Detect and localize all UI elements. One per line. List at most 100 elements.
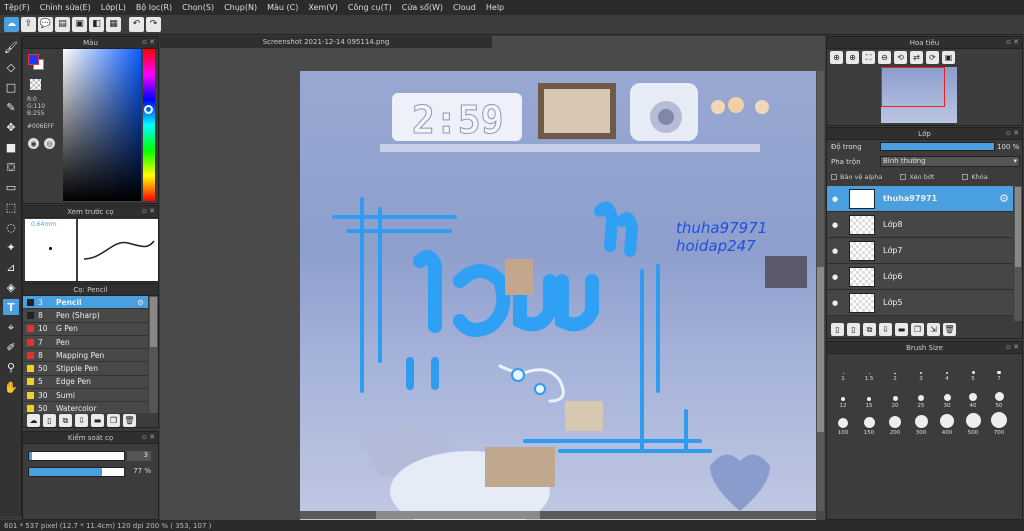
pen-tool-icon[interactable]: ✎ (3, 99, 19, 115)
lock-checkbox[interactable] (962, 174, 969, 180)
brush-size-option[interactable]: 150 (856, 412, 882, 436)
visibility-icon[interactable]: ● (827, 273, 843, 281)
copy-layer-icon[interactable]: ⧉ (863, 323, 876, 336)
brush-opacity-slider[interactable] (28, 467, 125, 477)
brush-list-item[interactable]: 5 Edge Pen (23, 375, 148, 390)
visibility-icon[interactable]: ● (827, 195, 843, 203)
menu-item[interactable]: Chọn(S) (182, 3, 214, 12)
brush-size-value[interactable]: 3 (127, 451, 151, 461)
reset-icon[interactable]: ⟳ (926, 51, 939, 64)
brush-size-option[interactable]: 400 (934, 412, 960, 436)
delete-layer-icon[interactable]: 🗑 (943, 323, 956, 336)
gradient-tool-icon[interactable]: ▭ (3, 179, 19, 195)
brush-size-option[interactable]: 1 (830, 358, 856, 382)
flip-icon[interactable]: ⇄ (910, 51, 923, 64)
rect-select-tool-icon[interactable]: □ (3, 79, 19, 95)
saturation-value-square[interactable] (63, 49, 141, 201)
brush-list-item[interactable]: 10 G Pen (23, 322, 148, 336)
brush-import-icon[interactable]: ⇩ (75, 414, 88, 427)
brush-list-item[interactable]: 50 Stipple Pen (23, 362, 148, 376)
eyedropper-tool-icon[interactable]: ⚲ (3, 359, 19, 375)
layer-folder-icon[interactable]: ▬ (895, 323, 908, 336)
eraser-tool-icon[interactable]: ◇ (3, 59, 19, 75)
gear-icon[interactable]: ⚙ (137, 298, 144, 307)
brush-size-option[interactable]: 500 (960, 412, 986, 436)
lasso-tool-icon[interactable]: ◌ (3, 219, 19, 235)
panel-controls-icon[interactable]: ▫ ✕ (142, 207, 155, 215)
layer-row[interactable]: ● Lớp8 (827, 212, 1013, 238)
brush-copy-icon[interactable]: ⧉ (59, 414, 72, 427)
brush-list-item[interactable]: 7 Pen (23, 335, 148, 350)
panel-controls-icon[interactable]: ▫ ✕ (1006, 129, 1019, 137)
zoom-in-alt-icon[interactable]: ⊕ (846, 51, 859, 64)
brush-delete-icon[interactable]: 🗑 (123, 414, 136, 427)
undo-icon[interactable]: ↶ (129, 17, 144, 32)
brush-list-item[interactable]: 3 Pencil ⚙ (23, 296, 148, 310)
brush-size-option[interactable]: 3 (908, 358, 934, 382)
dropper-tool-icon[interactable]: ✐ (3, 339, 19, 355)
menu-item[interactable]: Cửa sổ(W) (402, 3, 443, 12)
navigator-view-rect[interactable] (881, 67, 945, 107)
brush-folder-icon[interactable]: ▬ (91, 414, 104, 427)
brush-size-option[interactable]: 200 (882, 412, 908, 436)
layer-icon[interactable]: ▣ (72, 17, 87, 32)
fit-icon[interactable]: ⛶ (862, 51, 875, 64)
select-eraser-tool-icon[interactable]: ◈ (3, 279, 19, 295)
fill-rect-tool-icon[interactable]: ■ (3, 139, 19, 155)
transparent-color-swatch[interactable] (30, 79, 41, 90)
import-layer-icon[interactable]: ⇩ (879, 323, 892, 336)
layer-list-scrollbar[interactable] (1014, 186, 1022, 321)
brush-size-option[interactable]: 7 (986, 358, 1012, 382)
merge-layer-icon[interactable]: ⇲ (927, 323, 940, 336)
color-wheel-icon[interactable]: ◎ (44, 138, 55, 149)
panel-controls-icon[interactable]: ▫ ✕ (142, 38, 155, 46)
rotate-left-icon[interactable]: ⟲ (894, 51, 907, 64)
brush-list-scrollbar[interactable] (149, 296, 158, 413)
visibility-icon[interactable]: ● (827, 247, 843, 255)
hue-slider-handle[interactable] (144, 105, 153, 114)
brush-size-option[interactable]: 5 (960, 358, 986, 382)
brush-size-option[interactable]: 20 (882, 385, 908, 409)
brush-size-option[interactable]: 30 (934, 385, 960, 409)
move-tool-icon[interactable]: ✥ (3, 119, 19, 135)
select-pen-tool-icon[interactable]: ⊿ (3, 259, 19, 275)
zoom-out-icon[interactable]: ⊖ (878, 51, 891, 64)
brush-list-item[interactable]: 8 Mapping Pen (23, 349, 148, 363)
marquee-tool-icon[interactable]: ⬚ (3, 199, 19, 215)
zoom-in-icon[interactable]: ⊕ (830, 51, 843, 64)
protect-alpha-checkbox[interactable] (831, 174, 837, 180)
hand-tool-icon[interactable]: ✋ (3, 379, 19, 395)
layer-opacity-slider[interactable] (880, 142, 995, 151)
chat-icon[interactable]: ▤ (55, 17, 70, 32)
brush-size-option[interactable]: 4 (934, 358, 960, 382)
foreground-color-swatch[interactable] (28, 54, 39, 65)
canvas-vertical-scrollbar[interactable] (817, 71, 824, 511)
color-picker-icon[interactable]: ◉ (28, 138, 39, 149)
brush-list-item[interactable]: 30 Sumi (23, 389, 148, 403)
artwork-canvas[interactable]: 2:59 thuha97971 hoidap247 (300, 71, 816, 520)
brush-list-item[interactable]: 50 Watercolor (23, 402, 148, 413)
brush-size-option[interactable]: 40 (960, 385, 986, 409)
canvas-horizontal-scrollbar[interactable] (300, 511, 816, 519)
brush-size-option[interactable]: 25 (908, 385, 934, 409)
hue-slider[interactable] (143, 49, 155, 201)
menu-item[interactable]: Chụp(N) (224, 3, 257, 12)
visibility-icon[interactable]: ● (827, 221, 843, 229)
brush-list-item[interactable]: 8 Pen (Sharp) (23, 309, 148, 323)
new-layer-icon[interactable]: ▯ (831, 323, 844, 336)
layer-row[interactable]: ● Lớp5 (827, 290, 1013, 316)
menu-item[interactable]: Lớp(L) (101, 3, 126, 12)
bucket-tool-icon[interactable]: ⛋ (3, 159, 19, 175)
brush-cloud-icon[interactable]: ☁ (27, 414, 40, 427)
menu-item[interactable]: Chỉnh sửa(E) (40, 3, 91, 12)
brush-size-option[interactable]: 700 (986, 412, 1012, 436)
menu-item[interactable]: Xem(V) (308, 3, 338, 12)
share-icon[interactable]: ⇪ (21, 17, 36, 32)
menu-item[interactable]: Bộ lọc(R) (136, 3, 172, 12)
menu-item[interactable]: Help (486, 3, 504, 12)
brush-size-option[interactable]: 1.5 (856, 358, 882, 382)
layer-row[interactable]: ● thuha97971 ⚙ (827, 186, 1013, 212)
menu-item[interactable]: Tệp(F) (4, 3, 30, 12)
panel-controls-icon[interactable]: ▫ ✕ (1006, 343, 1019, 351)
gear-icon[interactable]: ⚙ (999, 192, 1009, 205)
